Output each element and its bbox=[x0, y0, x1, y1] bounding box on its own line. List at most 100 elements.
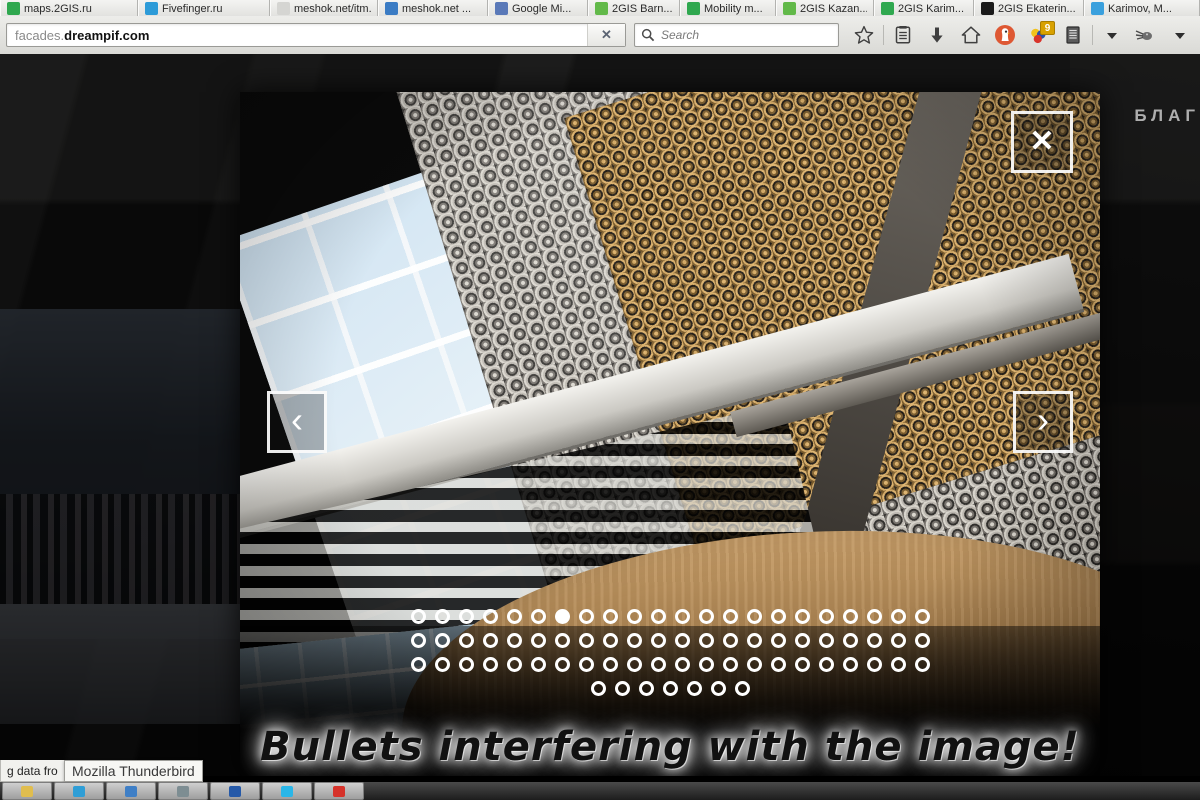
browser-tab-9[interactable]: 2GIS Ekaterin... bbox=[974, 0, 1084, 16]
bullet[interactable] bbox=[626, 633, 642, 648]
address-bar-clear-button[interactable]: ✕ bbox=[587, 24, 625, 46]
taskbar-item-image[interactable] bbox=[158, 782, 208, 800]
bullet[interactable] bbox=[746, 633, 762, 648]
bullet[interactable] bbox=[578, 657, 594, 672]
mouse-gesture-button[interactable] bbox=[1129, 20, 1163, 50]
search-bar[interactable]: Search bbox=[634, 23, 839, 47]
bullet[interactable] bbox=[602, 609, 618, 624]
downloads-button[interactable] bbox=[920, 20, 954, 50]
bullet[interactable] bbox=[506, 633, 522, 648]
bullet[interactable] bbox=[434, 633, 450, 648]
bullet[interactable] bbox=[914, 609, 930, 624]
bullet[interactable] bbox=[818, 633, 834, 648]
bullet[interactable] bbox=[650, 633, 666, 648]
bookmark-star-button[interactable] bbox=[847, 20, 881, 50]
bullet[interactable] bbox=[506, 609, 522, 624]
browser-tab-8[interactable]: 2GIS Karim... bbox=[874, 0, 974, 16]
bullet[interactable] bbox=[662, 681, 678, 696]
bullet[interactable] bbox=[770, 633, 786, 648]
bullet[interactable] bbox=[650, 609, 666, 624]
bullet[interactable] bbox=[914, 657, 930, 672]
bullet[interactable] bbox=[842, 657, 858, 672]
bullet[interactable] bbox=[590, 681, 606, 696]
taskbar-item-pdf[interactable] bbox=[314, 782, 364, 800]
bullet[interactable] bbox=[674, 609, 690, 624]
library-button[interactable] bbox=[886, 20, 920, 50]
bullet[interactable] bbox=[914, 633, 930, 648]
browser-tab-strip[interactable]: maps.2GIS.ru Fivefinger.ru meshok.net/itm.… bbox=[0, 0, 1200, 16]
bullet[interactable] bbox=[434, 657, 450, 672]
bullet[interactable] bbox=[686, 681, 702, 696]
bullet[interactable] bbox=[410, 633, 426, 648]
browser-tab-5[interactable]: 2GIS Barn... bbox=[588, 0, 680, 16]
bullet[interactable] bbox=[722, 657, 738, 672]
bullet[interactable] bbox=[482, 609, 498, 624]
browser-tab-6[interactable]: Mobility m... bbox=[680, 0, 776, 16]
bullet[interactable] bbox=[458, 657, 474, 672]
bullet[interactable] bbox=[890, 657, 906, 672]
taskbar-item-blue-app[interactable] bbox=[106, 782, 156, 800]
bullet[interactable] bbox=[794, 609, 810, 624]
bullet[interactable] bbox=[506, 657, 522, 672]
lightbox-bullet-pagination[interactable] bbox=[240, 609, 1100, 696]
bullet[interactable] bbox=[578, 609, 594, 624]
bullet[interactable] bbox=[530, 633, 546, 648]
bullet[interactable] bbox=[818, 657, 834, 672]
address-bar-text[interactable]: facades. dreampif.com bbox=[7, 24, 587, 46]
address-bar[interactable]: facades. dreampif.com ✕ bbox=[6, 23, 626, 47]
browser-tab-3[interactable]: meshok.net ... bbox=[378, 0, 488, 16]
home-button[interactable] bbox=[954, 20, 988, 50]
bullet[interactable] bbox=[674, 657, 690, 672]
taskbar-item-folder[interactable] bbox=[2, 782, 52, 800]
bullet[interactable] bbox=[866, 633, 882, 648]
bullet[interactable] bbox=[698, 633, 714, 648]
bullet[interactable] bbox=[746, 657, 762, 672]
bullet[interactable] bbox=[602, 657, 618, 672]
browser-tab-7[interactable]: 2GIS Kazan... bbox=[776, 0, 874, 16]
taskbar-item-browser[interactable] bbox=[54, 782, 104, 800]
bullet[interactable] bbox=[722, 609, 738, 624]
bullet[interactable] bbox=[626, 657, 642, 672]
bullet[interactable] bbox=[482, 657, 498, 672]
bullet[interactable] bbox=[554, 633, 570, 648]
bullet[interactable] bbox=[842, 633, 858, 648]
browser-tab-4[interactable]: Google Mi... bbox=[488, 0, 588, 16]
bullet[interactable] bbox=[698, 609, 714, 624]
bullet[interactable] bbox=[530, 657, 546, 672]
bullet[interactable] bbox=[722, 633, 738, 648]
bullet[interactable] bbox=[890, 633, 906, 648]
lightbox-next-button[interactable]: › bbox=[1013, 391, 1073, 453]
bullet[interactable] bbox=[650, 657, 666, 672]
bullet[interactable] bbox=[794, 657, 810, 672]
bullet[interactable] bbox=[698, 657, 714, 672]
bullet[interactable] bbox=[746, 609, 762, 624]
bullet[interactable] bbox=[482, 633, 498, 648]
bullet[interactable] bbox=[602, 633, 618, 648]
bullet[interactable] bbox=[530, 609, 546, 624]
duckduckgo-button[interactable] bbox=[988, 20, 1022, 50]
bullet-active[interactable] bbox=[554, 609, 570, 624]
os-taskbar[interactable] bbox=[0, 782, 1200, 800]
bullet[interactable] bbox=[674, 633, 690, 648]
bullet[interactable] bbox=[770, 609, 786, 624]
menu-chevron-button[interactable] bbox=[1163, 20, 1197, 50]
taskbar-item-thunderbird[interactable] bbox=[210, 782, 260, 800]
bullet[interactable] bbox=[410, 609, 426, 624]
browser-tab-2[interactable]: meshok.net/itm... bbox=[270, 0, 378, 16]
bullet[interactable] bbox=[866, 657, 882, 672]
bullet[interactable] bbox=[638, 681, 654, 696]
search-input-placeholder[interactable]: Search bbox=[661, 28, 699, 42]
overflow-menu-button[interactable] bbox=[1095, 20, 1129, 50]
bullet[interactable] bbox=[794, 633, 810, 648]
bullet[interactable] bbox=[614, 681, 630, 696]
bullet[interactable] bbox=[890, 609, 906, 624]
browser-tab-10[interactable]: Karimov, M... bbox=[1084, 0, 1200, 16]
bullet[interactable] bbox=[842, 609, 858, 624]
bullet[interactable] bbox=[410, 657, 426, 672]
browser-tab-1[interactable]: Fivefinger.ru bbox=[138, 0, 270, 16]
browser-tab-0[interactable]: maps.2GIS.ru bbox=[0, 0, 138, 16]
bullet[interactable] bbox=[770, 657, 786, 672]
bullet[interactable] bbox=[818, 609, 834, 624]
bullet[interactable] bbox=[434, 609, 450, 624]
bullet[interactable] bbox=[866, 609, 882, 624]
